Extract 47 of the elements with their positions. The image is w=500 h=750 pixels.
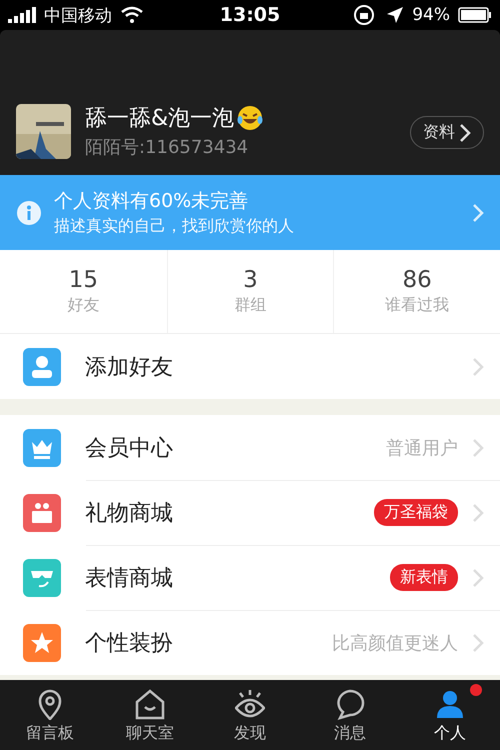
menu-note: 普通用户 (386, 436, 458, 460)
chevron-icon (472, 438, 484, 458)
eye-icon (235, 688, 265, 720)
signal-icon (8, 7, 36, 23)
stat-item[interactable]: 86 谁看过我 (333, 250, 500, 333)
chevron-icon (472, 502, 484, 522)
menu-row[interactable]: 表情商城 新表情 (0, 545, 500, 610)
menu-row[interactable]: 礼物商城 万圣福袋 (0, 480, 500, 545)
profile-button[interactable]: 资料 (410, 116, 484, 149)
menu-label: 添加好友 (85, 354, 174, 382)
tab-item[interactable]: 个人 (400, 680, 500, 750)
tab-item[interactable]: 留言板 (0, 680, 100, 750)
carrier-name: 中国移动 (44, 4, 112, 26)
menu-note: 比高颜值更迷人 (332, 632, 458, 654)
person-icon (435, 688, 465, 720)
menu-row[interactable]: 个性装扮 比高颜值更迷人 (0, 610, 500, 675)
menu-label: 礼物商城 (85, 500, 174, 528)
chevron-icon (459, 122, 471, 142)
menu-row[interactable]: 添加好友 (0, 334, 500, 399)
chevron-icon (472, 356, 484, 376)
chevron-icon (472, 202, 484, 222)
tab-item[interactable]: 聊天室 (100, 680, 200, 750)
battery-icon (458, 7, 492, 23)
stat-item[interactable]: 3 群组 (166, 250, 334, 333)
chat-bubble-icon (335, 688, 365, 720)
menu-label: 个性装扮 (85, 630, 174, 658)
menu-label: 会员中心 (85, 434, 174, 462)
tab-item[interactable]: 发现 (200, 680, 300, 750)
banner-title: 个人资料有60%未完善 (54, 189, 250, 214)
banner-subtitle: 描述真实的自己，找到欣赏你的人 (54, 216, 295, 237)
house-icon (135, 688, 165, 720)
info-icon (16, 200, 42, 226)
profile-name: 舔一舔&泡一泡 (85, 105, 234, 133)
location-arrow-icon (386, 6, 404, 24)
stat-item[interactable]: 15 好友 (0, 250, 167, 333)
menu-badge: 万圣福袋 (374, 499, 458, 526)
battery-percent: 94% (412, 5, 450, 25)
laughing-emoji-icon (236, 104, 264, 132)
menu-row[interactable]: 会员中心 普通用户 (0, 415, 500, 480)
status-time: 13:05 (218, 4, 282, 26)
momo-id: 陌陌号:116573434 (85, 136, 250, 159)
menu-label: 表情商城 (85, 564, 174, 592)
chevron-icon (472, 632, 484, 652)
tab-item[interactable]: 消息 (300, 680, 400, 750)
chevron-icon (472, 568, 484, 588)
wifi-icon (120, 6, 144, 24)
menu-badge: 新表情 (390, 564, 458, 591)
